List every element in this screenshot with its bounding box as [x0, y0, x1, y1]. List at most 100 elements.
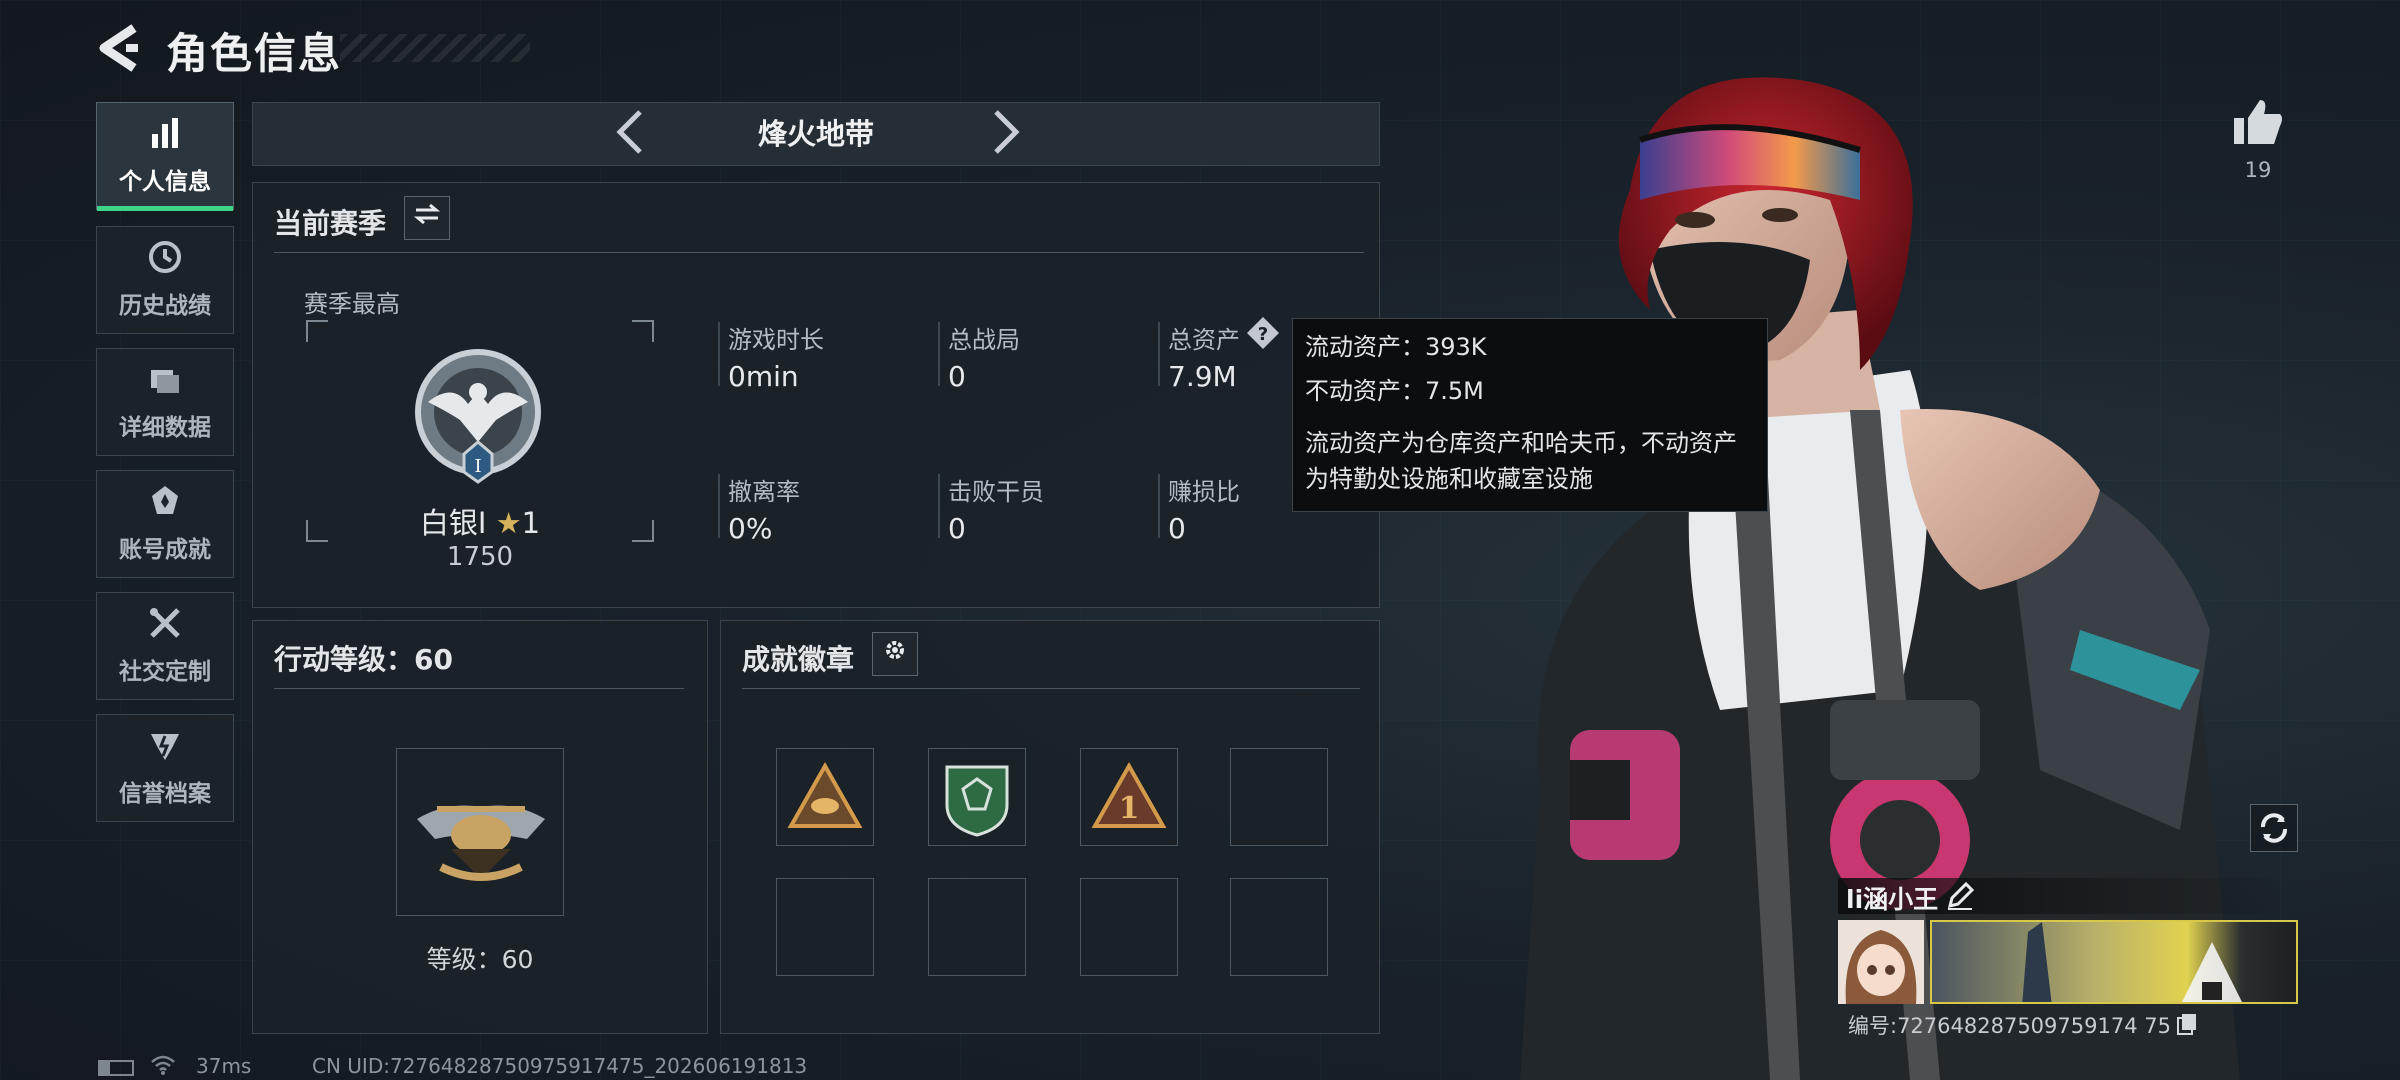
- stat-divider: [1158, 322, 1160, 386]
- badge-slot-empty[interactable]: [1230, 748, 1328, 846]
- player-id-text: 编号:727648287509759174 75: [1848, 1014, 2171, 1038]
- rank-name-row: 白银I ★1: [306, 500, 654, 542]
- tools-icon: [148, 606, 182, 646]
- badge-slot-2[interactable]: [928, 748, 1026, 846]
- back-button[interactable]: [96, 22, 142, 74]
- season-switch-button[interactable]: [404, 196, 450, 240]
- rank-name: 白银I: [419, 506, 487, 540]
- rank-score: 1750: [446, 542, 514, 572]
- copy-id-button[interactable]: [2176, 1012, 2198, 1036]
- level-text: 等级：60: [426, 945, 534, 974]
- stat-label-kills: 击败干员: [948, 478, 1044, 506]
- divider: [742, 688, 1360, 689]
- chevron-left-icon: [616, 110, 642, 154]
- thumbs-up-icon: [2234, 100, 2282, 144]
- badge-slot-empty[interactable]: [1230, 878, 1328, 976]
- achievement-icon: [148, 484, 182, 524]
- stat-divider: [1158, 474, 1160, 538]
- history-clock-icon: [148, 240, 182, 280]
- nav-item-credit-record[interactable]: 信誉档案: [96, 714, 234, 822]
- season-title: 当前赛季: [274, 207, 387, 240]
- swap-icon: [413, 203, 441, 225]
- prev-mode-button[interactable]: [600, 102, 660, 166]
- assets-tooltip: 流动资产：393K 不动资产：7.5M 流动资产为仓库资产和哈夫币，不动资产 为…: [1292, 318, 1768, 512]
- nav-item-achievements[interactable]: 账号成就: [96, 470, 234, 578]
- folder-icon: [148, 362, 182, 402]
- nav-label: 个人信息: [119, 169, 211, 195]
- stat-label-total-assets: 总资产: [1168, 326, 1240, 354]
- battery-icon: [98, 1060, 134, 1076]
- stat-divider: [718, 474, 720, 538]
- stat-divider: [938, 322, 940, 386]
- nav-item-social-custom[interactable]: 社交定制: [96, 592, 234, 700]
- achievements-settings-button[interactable]: [872, 632, 918, 676]
- ping-text: 37ms: [196, 1054, 252, 1078]
- badge-slot-empty[interactable]: [1080, 878, 1178, 976]
- back-arrow-icon: [99, 24, 138, 72]
- anime-avatar-icon: [1838, 920, 1924, 1004]
- badge-slot-3[interactable]: 1: [1080, 748, 1178, 846]
- frame-corner: [306, 320, 328, 342]
- tooltip-spacer: [1305, 417, 1311, 418]
- stat-value-kills: 0: [948, 512, 966, 545]
- tooltip-fixed-assets: 不动资产：7.5M: [1305, 377, 1484, 405]
- wifi-icon: [150, 1054, 176, 1076]
- edit-name-button[interactable]: [1946, 881, 1976, 912]
- divider: [274, 688, 684, 689]
- help-button[interactable]: ?: [1246, 316, 1280, 350]
- player-name: li涵小王: [1846, 885, 1939, 914]
- stat-divider: [938, 474, 940, 538]
- badge-slot-1[interactable]: [776, 748, 874, 846]
- achievements-title: 成就徽章: [742, 643, 855, 676]
- uid-text: CN UID:72764828750975917475_202606191813: [312, 1054, 808, 1078]
- badge-pyramid-icon: [787, 762, 863, 828]
- nav-item-detailed-data[interactable]: 详细数据: [96, 348, 234, 456]
- page-title: 角色信息: [166, 29, 343, 78]
- stat-value-total-assets: 7.9M: [1168, 360, 1237, 393]
- nav-item-personal-info[interactable]: 个人信息: [96, 102, 234, 211]
- stat-label-playtime: 游戏时长: [728, 326, 824, 354]
- refresh-icon: [2261, 813, 2287, 843]
- stat-label-extract-rate: 撤离率: [728, 478, 800, 506]
- rotate-model-button[interactable]: [2250, 804, 2298, 852]
- title-decoration: [340, 34, 530, 62]
- stat-value-profit-ratio: 0: [1168, 512, 1186, 545]
- stat-label-profit-ratio: 赚损比: [1168, 478, 1240, 506]
- credit-shield-icon: [148, 728, 182, 768]
- nav-label: 账号成就: [119, 537, 211, 563]
- chevron-right-icon: [994, 110, 1020, 154]
- nav-label: 历史战绩: [119, 293, 211, 319]
- svg-text:1: 1: [1119, 791, 1140, 826]
- level-emblem-frame: [396, 748, 564, 916]
- next-mode-button[interactable]: [976, 102, 1036, 166]
- stat-value-total-matches: 0: [948, 360, 966, 393]
- badge-green-shield-icon: [945, 765, 1009, 837]
- badge-slot-empty[interactable]: [928, 878, 1026, 976]
- stat-divider: [718, 322, 720, 386]
- nav-item-match-history[interactable]: 历史战绩: [96, 226, 234, 334]
- banner-art-icon: [2022, 922, 2242, 1002]
- action-level-title: 行动等级：60: [274, 643, 453, 676]
- avatar[interactable]: [1838, 920, 1924, 1004]
- name-card-banner[interactable]: [1930, 920, 2298, 1004]
- tooltip-liquid-assets: 流动资产：393K: [1305, 333, 1487, 361]
- badge-number-one-icon: 1: [1091, 762, 1167, 828]
- nav-label: 详细数据: [119, 415, 211, 441]
- nav-label: 信誉档案: [119, 781, 211, 807]
- rank-stars: 1: [521, 506, 541, 540]
- star-icon: ★: [495, 506, 522, 540]
- badge-slot-empty[interactable]: [776, 878, 874, 976]
- like-count: 19: [2244, 158, 2272, 182]
- mode-title: 烽火地带: [757, 117, 874, 151]
- svg-text:?: ?: [1258, 324, 1268, 345]
- tooltip-desc-line2: 为特勤处设施和收藏室设施: [1305, 465, 1593, 493]
- rank-silver-emblem-icon: I: [415, 349, 541, 484]
- stat-value-extract-rate: 0%: [728, 512, 773, 545]
- like-button[interactable]: [2230, 96, 2290, 152]
- nav-label: 社交定制: [119, 659, 211, 685]
- question-icon: ?: [1247, 317, 1279, 349]
- bar-chart-icon: [148, 116, 182, 156]
- helicopter-emblem-icon: [417, 805, 545, 881]
- copy-icon: [2177, 1014, 2196, 1035]
- tooltip-desc-line1: 流动资产为仓库资产和哈夫币，不动资产: [1305, 429, 1737, 457]
